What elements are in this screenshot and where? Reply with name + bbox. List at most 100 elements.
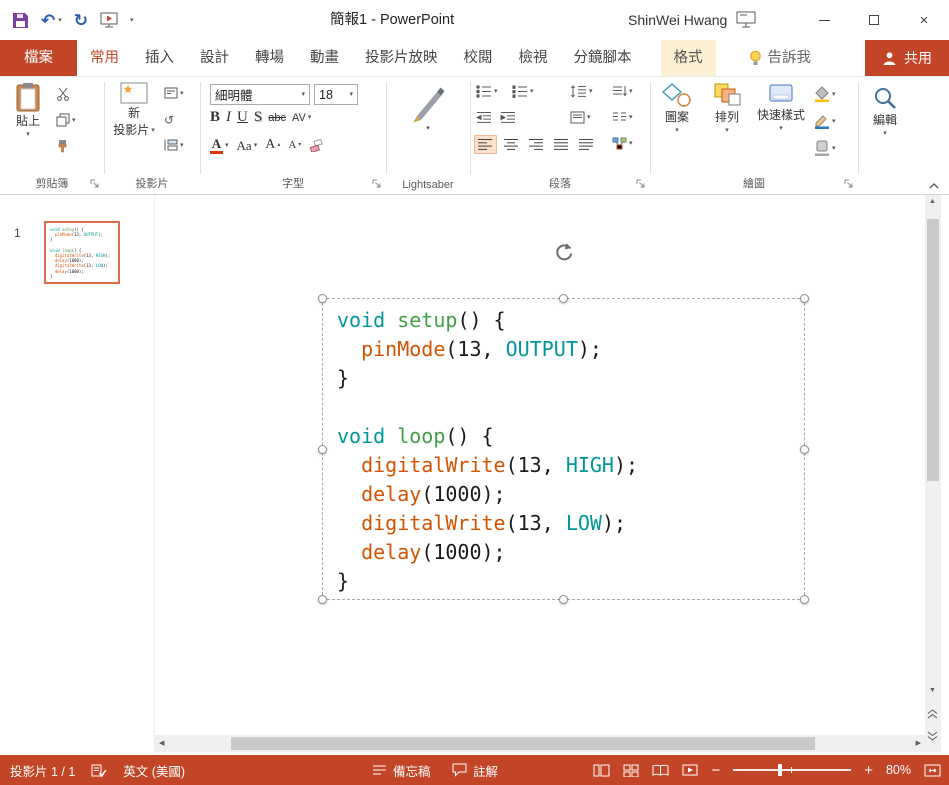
scroll-up-button[interactable]: ▲ [929, 198, 936, 205]
distribute-button[interactable] [576, 136, 597, 153]
redo-button[interactable]: ↻ [74, 12, 88, 29]
view-slideshow-button[interactable] [682, 764, 698, 776]
scroll-down-button[interactable]: ▼ [929, 687, 936, 694]
selection-handle-bottom-right[interactable] [800, 595, 809, 604]
grow-font-button[interactable]: A ▴ [265, 138, 280, 152]
tab-tell-me[interactable]: 告訴我 [736, 40, 825, 76]
undo-button[interactable]: ↶ ▾ [41, 12, 62, 29]
selection-handle-top-left[interactable] [318, 294, 327, 303]
comments-button[interactable]: 註解 [452, 755, 498, 785]
drawing-dialog-launcher[interactable] [844, 179, 854, 189]
selection-handle-middle-left[interactable] [318, 445, 327, 454]
vertical-scrollbar[interactable]: ▲ ▼ [925, 195, 941, 752]
scroll-left-button[interactable]: ◀ [159, 740, 164, 747]
shapes-button[interactable]: 圖案 ▾ [652, 82, 702, 134]
underline-button[interactable]: U [237, 110, 248, 125]
convert-smartart-button[interactable]: ▾ [612, 137, 633, 150]
bold-button[interactable]: B [210, 110, 220, 125]
align-text-button[interactable]: ▾ [570, 111, 591, 124]
scroll-right-button[interactable]: ▶ [916, 740, 921, 747]
language-indicator[interactable]: 英文 (美國) [123, 761, 185, 780]
bullets-button[interactable]: ▾ [476, 85, 498, 98]
shrink-font-button[interactable]: A ▾ [288, 139, 301, 151]
clear-formatting-eraser-icon[interactable] [309, 138, 324, 152]
share-button[interactable]: 共用 [865, 40, 949, 76]
shape-effects-button[interactable]: ▾ [814, 140, 836, 156]
shape-outline-button[interactable]: ▾ [814, 113, 836, 129]
align-right-button[interactable] [526, 136, 547, 153]
format-painter-button[interactable] [56, 139, 69, 153]
tab-storyboarding[interactable]: 分鏡腳本 [561, 40, 645, 76]
slide-thumbnail[interactable]: void setup() { pinMode(13, OUTPUT);} voi… [44, 221, 120, 284]
clipboard-dialog-launcher[interactable] [90, 179, 100, 189]
editing-button[interactable]: 編輯 ▾ [866, 85, 904, 137]
start-slideshow-button[interactable] [100, 12, 118, 28]
cut-button[interactable] [56, 87, 70, 101]
section-button[interactable]: ▾ [164, 139, 184, 151]
rotate-handle[interactable] [553, 241, 575, 263]
zoom-in-button[interactable]: + [864, 762, 873, 779]
minimize-button[interactable] [799, 0, 849, 40]
zoom-slider[interactable] [733, 764, 852, 776]
view-slide-sorter-button[interactable] [623, 764, 639, 777]
tab-review[interactable]: 校閱 [451, 40, 506, 76]
horizontal-scrollbar-thumb[interactable] [231, 737, 815, 750]
text-shadow-button[interactable]: S [254, 110, 262, 125]
reset-slide-button[interactable]: ↺ [164, 113, 174, 127]
spellcheck-button[interactable] [91, 764, 107, 777]
notes-button[interactable]: 備忘稿 [372, 755, 431, 785]
tab-view[interactable]: 檢視 [506, 40, 561, 76]
view-normal-button[interactable] [593, 764, 610, 777]
font-name-combo[interactable]: 細明體 ▾ [210, 84, 310, 105]
new-slide-button[interactable]: 新 投影片 ▾ [108, 82, 160, 138]
strikethrough-button[interactable]: abc [268, 112, 286, 124]
justify-button[interactable] [551, 136, 572, 153]
numbering-button[interactable]: ▾ [512, 85, 534, 98]
zoom-level[interactable]: 80% [886, 763, 911, 777]
maximize-button[interactable] [849, 0, 899, 40]
selection-handle-bottom-left[interactable] [318, 595, 327, 604]
copy-button[interactable]: ▾ [56, 113, 76, 127]
next-slide-button[interactable] [927, 731, 938, 741]
close-button[interactable]: × [899, 0, 949, 40]
paste-button[interactable]: 貼上 ▾ [6, 82, 50, 138]
tab-slide-show[interactable]: 投影片放映 [352, 40, 451, 76]
display-settings-button[interactable] [736, 11, 756, 28]
char-spacing-button[interactable]: AV ▾ [292, 112, 311, 124]
paragraph-dialog-launcher[interactable] [636, 179, 646, 189]
tab-home[interactable]: 常用 [77, 40, 132, 76]
italic-button[interactable]: I [226, 110, 231, 125]
zoom-out-button[interactable]: − [711, 762, 720, 779]
fit-to-window-button[interactable] [924, 764, 941, 777]
quick-styles-button[interactable]: 快速樣式 ▾ [752, 82, 810, 132]
shape-fill-button[interactable]: ▾ [814, 86, 836, 102]
tab-transitions[interactable]: 轉場 [242, 40, 297, 76]
lightsaber-button[interactable]: ▾ [408, 83, 448, 132]
selection-handle-middle-right[interactable] [800, 445, 809, 454]
selection-handle-top-right[interactable] [800, 294, 809, 303]
line-spacing-button[interactable]: ▾ [570, 85, 593, 98]
font-color-button[interactable]: A ▾ [210, 136, 229, 154]
view-reading-button[interactable] [652, 764, 669, 776]
zoom-slider-handle[interactable] [778, 764, 783, 776]
tab-format[interactable]: 格式 [660, 40, 716, 76]
tab-design[interactable]: 設計 [187, 40, 242, 76]
columns-button[interactable]: ▾ [612, 111, 633, 124]
selection-handle-bottom-middle[interactable] [559, 595, 568, 604]
font-dialog-launcher[interactable] [372, 179, 382, 189]
change-case-button[interactable]: Aa ▾ [237, 139, 258, 152]
align-center-button[interactable] [501, 136, 522, 153]
arrange-button[interactable]: 排列 ▾ [702, 82, 752, 134]
vertical-scrollbar-thumb[interactable] [927, 219, 939, 481]
tab-animations[interactable]: 動畫 [297, 40, 352, 76]
tab-file[interactable]: 檔案 [0, 40, 77, 76]
align-left-button[interactable] [474, 135, 497, 154]
increase-indent-button[interactable] [500, 111, 516, 124]
save-button[interactable] [12, 12, 29, 29]
selection-handle-top-middle[interactable] [559, 294, 568, 303]
font-size-combo[interactable]: 18 ▾ [314, 84, 358, 105]
tab-insert[interactable]: 插入 [132, 40, 187, 76]
slide-layout-button[interactable]: ▾ [164, 87, 184, 99]
collapse-ribbon-button[interactable] [929, 183, 939, 189]
qat-customize-button[interactable]: ▾ [130, 17, 134, 24]
